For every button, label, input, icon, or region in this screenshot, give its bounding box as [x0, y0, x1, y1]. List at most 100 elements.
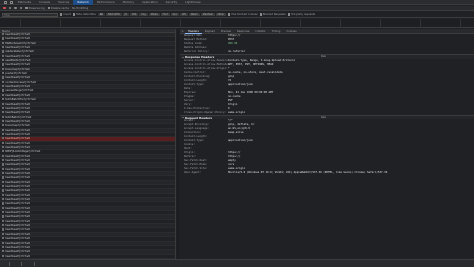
- request-name: heartbeat?j=fc7w0: [5, 254, 30, 258]
- request-type-icon: [2, 228, 5, 231]
- raw-toggle[interactable]: Raw: [321, 116, 326, 121]
- header-value: */*: [228, 119, 233, 122]
- network-overview-timeline[interactable]: [0, 19, 474, 28]
- details-tab-timing[interactable]: Timing: [269, 29, 284, 34]
- filter-chip-fetch-xhr[interactable]: Fetch/XHR: [105, 12, 122, 17]
- request-name: heartbeat?j=fc7w0: [5, 250, 30, 254]
- filter-chip-js[interactable]: JS: [122, 12, 129, 17]
- request-name: heartbeat?j=fc7w0: [5, 172, 30, 176]
- invert-checkbox[interactable]: Invert: [60, 13, 71, 16]
- device-toolbar-icon[interactable]: [9, 0, 13, 4]
- request-name: RPDFJS-fetchPage?j=fc7w0: [5, 150, 41, 154]
- request-type-icon: [2, 193, 5, 196]
- request-name: heartbeat?j=fc7w0: [5, 133, 30, 136]
- request-name: heartbeat?j=fc7w0: [5, 185, 30, 189]
- filter-chip-css[interactable]: CSS: [129, 12, 139, 17]
- record-icon[interactable]: [3, 6, 6, 10]
- request-type-icon: [2, 211, 5, 214]
- filter-chip-wasm[interactable]: Wasm: [188, 12, 200, 17]
- header-value: 200 OK: [228, 42, 238, 45]
- request-name: heartbeat?j=fc7w0: [5, 202, 30, 206]
- tab-lighthouse[interactable]: Lighthouse: [181, 0, 204, 5]
- request-type-icon: [2, 111, 5, 114]
- throttling-select[interactable]: No throttling: [72, 7, 88, 10]
- request-name: heartbeat?j=fc7w0: [5, 141, 30, 145]
- filter-chip-other[interactable]: Other: [215, 12, 227, 17]
- filter-chip-media[interactable]: Media: [148, 12, 160, 17]
- request-name: heartbeat?j=fc7w0: [5, 54, 30, 58]
- header-value: https://: [228, 155, 241, 158]
- header-value: ESF: [228, 98, 233, 102]
- request-name: tracemap?j=fc7w0: [5, 67, 30, 71]
- request-type-icon: [2, 172, 5, 175]
- request-type-icon: [2, 154, 5, 157]
- hide-data-urls-checkbox[interactable]: Hide data URLs: [72, 13, 96, 16]
- request-name: heartbeat?j=fc7w0: [5, 245, 30, 249]
- request-name: heartbeat?j=fc7w0: [5, 85, 30, 89]
- header-value: POST: [228, 38, 235, 41]
- details-tab-headers[interactable]: Headers: [185, 29, 202, 34]
- filter-chip-all[interactable]: All: [97, 12, 105, 17]
- filter-chip-manifest[interactable]: Manifest: [200, 12, 215, 17]
- search-icon[interactable]: [19, 6, 23, 10]
- request-name: tracemap?j=fc7w0: [5, 124, 30, 128]
- network-status-bar: [0, 259, 474, 267]
- inspect-element-icon[interactable]: [3, 0, 7, 4]
- tab-security[interactable]: Security: [162, 0, 182, 5]
- request-name: heartbeat?j=fc7w0: [5, 37, 30, 41]
- preserve-log-checkbox[interactable]: Preserve log: [25, 7, 45, 10]
- request-name: heartbeat?j=fc7w0: [5, 163, 30, 167]
- request-type-icon: [2, 224, 5, 227]
- disable-cache-checkbox[interactable]: Disable cache: [47, 7, 69, 10]
- details-tab-response[interactable]: Response: [234, 29, 252, 34]
- filter-chip-ws[interactable]: WS: [180, 12, 188, 17]
- blocked-requests-checkbox[interactable]: Blocked Requests: [259, 13, 286, 16]
- tab-elements[interactable]: Elements: [14, 0, 35, 5]
- header-value: gzip, deflate, br: [228, 123, 255, 126]
- header-value: application/json: [228, 139, 253, 142]
- tab-sources[interactable]: Sources: [54, 0, 73, 5]
- filter-chip-font[interactable]: Font: [160, 12, 170, 17]
- tab-application[interactable]: Application: [138, 0, 162, 5]
- filter-chip-img[interactable]: Img: [139, 12, 148, 17]
- request-headers-section-header[interactable]: Request Headers Raw: [180, 114, 474, 121]
- header-value: *: [228, 66, 230, 70]
- tab-memory[interactable]: Memory: [119, 0, 138, 5]
- filter-chip-doc[interactable]: Doc: [170, 12, 180, 17]
- request-type-icon: [2, 93, 5, 96]
- request-type-icon: [2, 145, 5, 149]
- third-party-checkbox[interactable]: 3rd-party requests: [287, 13, 315, 16]
- request-type-icon: [2, 163, 5, 166]
- details-tab-preview[interactable]: Preview: [218, 29, 234, 34]
- filter-icon[interactable]: [14, 6, 17, 10]
- header-value: same-origin: [228, 110, 246, 114]
- request-name: heartbeat?j=fc7w0: [5, 211, 30, 215]
- request-name: heartbeat?j=fc7w0: [5, 119, 30, 123]
- blocked-cookies-checkbox[interactable]: Has blocked cookies: [228, 13, 258, 16]
- request-name: heartbeat?j=fc7w0: [5, 33, 30, 37]
- tab-network[interactable]: Network: [73, 0, 93, 5]
- details-tab-payload[interactable]: Payload: [202, 29, 218, 34]
- header-value: https://: [228, 151, 241, 154]
- tab-performance[interactable]: Performance: [93, 0, 119, 5]
- header-value: Content-Type, Range, X-Goog-Upload-Proto…: [228, 58, 296, 62]
- clear-icon[interactable]: [8, 6, 12, 10]
- details-tab-cookies[interactable]: Cookies: [283, 29, 299, 34]
- request-type-icon: [2, 189, 5, 192]
- request-type-icon: [2, 50, 5, 53]
- general-section: Request URL: https://Request Method: POST S…: [180, 34, 474, 54]
- request-name: heartbeat?j=fc7w0: [5, 215, 30, 219]
- header-value: no-cache: [228, 94, 241, 98]
- request-type-icon: [2, 215, 5, 218]
- filter-input[interactable]: Filter: [2, 12, 58, 17]
- tab-console[interactable]: Console: [35, 0, 54, 5]
- request-list: Name heartbeat?j=fc7w0 heartbeat?j=fc7w0 f…: [0, 29, 176, 259]
- request-name: heartbeat?j=fc7w0: [5, 219, 30, 223]
- request-type-icon: [2, 250, 5, 253]
- request-name: fetchBatch?j=fc7w0: [5, 115, 32, 119]
- details-tab-initiator[interactable]: Initiator: [253, 29, 269, 34]
- request-type-icon: [2, 180, 5, 183]
- raw-toggle[interactable]: Raw: [321, 55, 326, 60]
- response-headers-section-header[interactable]: Response Headers Raw: [180, 54, 474, 59]
- request-name: heartbeat?j=fc7w0: [5, 167, 30, 171]
